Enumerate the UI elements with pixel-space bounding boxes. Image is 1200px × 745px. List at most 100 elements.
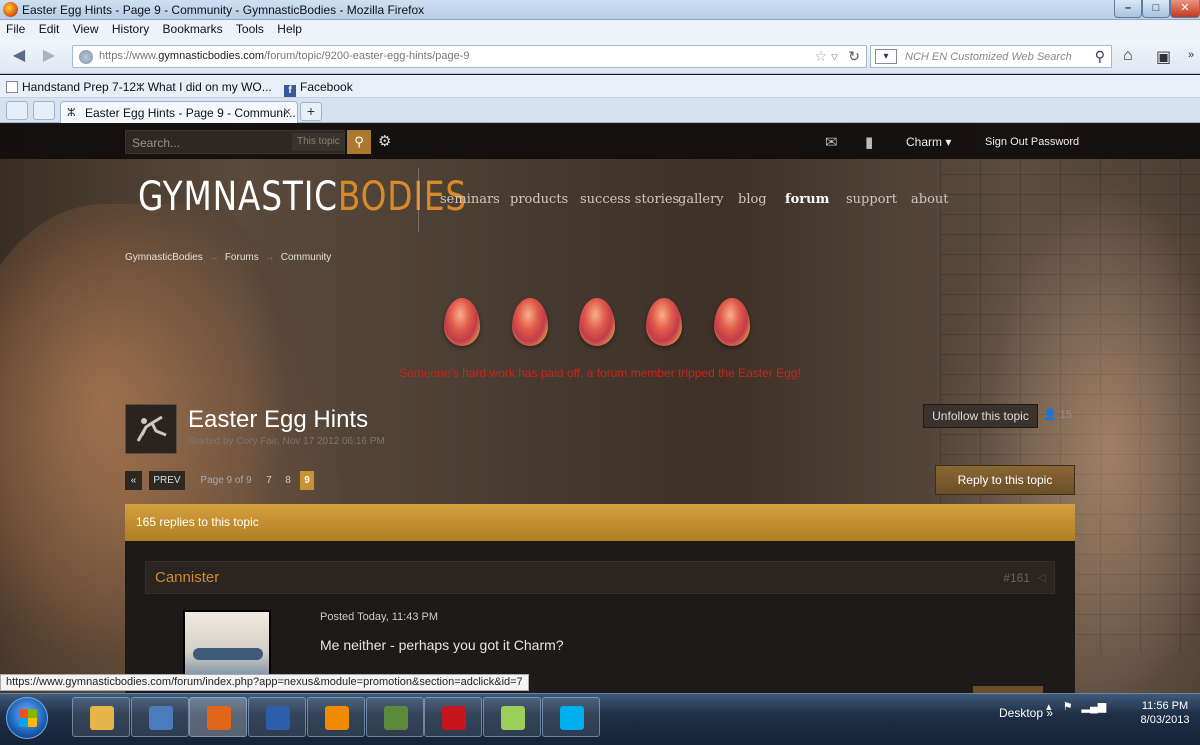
prev-page-button[interactable]: PREV <box>149 471 185 490</box>
post-author-link[interactable]: Cannister <box>155 569 219 586</box>
topic-meta: Started by Cory Fair, Nov 17 2012 06:16 … <box>188 436 385 447</box>
windows-logo-icon <box>19 709 37 727</box>
clock-date: 8/03/2013 <box>1140 714 1190 726</box>
easter-egg-icon <box>444 298 480 346</box>
breadcrumb-community[interactable]: Community <box>281 252 332 263</box>
page-current-9: 9 <box>300 471 314 490</box>
status-bar-url: https://www.gymnasticbodies.com/forum/in… <box>0 674 529 691</box>
nav-success-stories[interactable]: success stories <box>580 192 679 207</box>
tab-bar: ⵣ Easter Egg Hints - Page 9 - Communi...… <box>0 98 1200 123</box>
topic-author-avatar[interactable] <box>125 404 177 454</box>
taskbar-acrobat-button[interactable] <box>424 697 482 737</box>
menu-edit[interactable]: Edit <box>39 20 60 39</box>
web-page: Search... This topic ⚲ ⚙ ✉ ▮ Charm ▾ Sig… <box>0 124 1200 693</box>
taskbar-explorer-button[interactable] <box>72 697 130 737</box>
menu-view[interactable]: View <box>73 20 99 39</box>
addon-icon[interactable]: ▣ <box>1156 47 1171 67</box>
bookmark-workout[interactable]: ⵣ What I did on my WO... <box>136 80 272 94</box>
search-icon[interactable]: ⚲ <box>1095 48 1105 65</box>
post-header: Cannister #161 ◁ <box>145 561 1055 594</box>
taskbar-calculator-button[interactable] <box>366 697 424 737</box>
reload-icon[interactable]: ↻ <box>848 48 860 65</box>
network-signal-icon[interactable]: ▂▄▆ <box>1082 701 1107 713</box>
site-search-button[interactable]: ⚲ <box>347 130 371 154</box>
nav-seminars[interactable]: seminars <box>440 192 500 207</box>
menu-file[interactable]: File <box>6 20 25 39</box>
list-all-tabs-icon[interactable] <box>33 101 55 120</box>
bookmark-star-icon[interactable]: ☆ ▿ <box>815 48 838 65</box>
nav-blog[interactable]: blog <box>738 192 767 207</box>
logo-divider <box>418 168 419 232</box>
start-button[interactable] <box>6 697 48 739</box>
tab-close-icon[interactable]: × <box>283 104 291 119</box>
replies-count-bar: 165 replies to this topic <box>125 504 1075 541</box>
breadcrumb-home[interactable]: GymnasticBodies <box>125 252 203 263</box>
search-engine-icon[interactable]: ▾ <box>875 49 897 64</box>
action-center-icon[interactable]: ⚑ <box>1063 701 1073 713</box>
share-icon[interactable]: ◁ <box>1038 571 1046 584</box>
taskbar-sticky-notes-button[interactable] <box>483 697 541 737</box>
clock-time: 11:56 PM <box>1141 700 1189 712</box>
messages-icon[interactable]: ✉ <box>825 133 838 151</box>
panorama-icon[interactable] <box>6 101 28 120</box>
post-author-avatar[interactable] <box>183 610 271 680</box>
unfollow-topic-button[interactable]: Unfollow this topic <box>923 404 1038 428</box>
back-arrow-icon[interactable]: ◀ <box>6 45 32 69</box>
forward-arrow-icon[interactable]: ▶ <box>36 45 62 69</box>
nav-gallery[interactable]: gallery <box>678 192 724 207</box>
search-scope-toggle[interactable]: This topic <box>292 133 345 151</box>
followers-count[interactable]: 👤 15 <box>1043 408 1072 421</box>
arrow-right-icon: → <box>264 252 275 263</box>
calculator-icon <box>384 706 408 730</box>
reply-topic-button[interactable]: Reply to this topic <box>935 465 1075 495</box>
post-number-link[interactable]: #161 <box>1003 571 1030 585</box>
bookmark-handstand[interactable]: Handstand Prep 7-12 <box>6 80 136 94</box>
post-date: Posted Today, 11:43 PM <box>320 611 439 623</box>
desktop-toolbar[interactable]: Desktop » <box>999 706 1053 720</box>
gear-icon[interactable]: ⚙ <box>378 132 391 150</box>
new-tab-button[interactable]: + <box>300 102 322 121</box>
nav-products[interactable]: products <box>510 192 568 207</box>
breadcrumb-forums[interactable]: Forums <box>225 252 259 263</box>
maximize-button[interactable]: □ <box>1142 0 1170 18</box>
firefox-icon <box>3 2 18 17</box>
web-search-box[interactable]: ▾ NCH EN Customized Web Search ⚲ <box>870 45 1112 68</box>
tab-active[interactable]: ⵣ Easter Egg Hints - Page 9 - Communi...… <box>60 101 298 123</box>
home-icon[interactable]: ⌂ <box>1123 47 1133 65</box>
topic-title: Easter Egg Hints <box>188 406 369 433</box>
nav-about[interactable]: about <box>911 192 949 207</box>
url-text[interactable]: https://www.gymnasticbodies.com/forum/to… <box>99 50 470 62</box>
user-menu[interactable]: Charm ▾ <box>906 135 951 149</box>
taskbar-skype-button[interactable] <box>542 697 600 737</box>
post-action-button[interactable] <box>973 686 1043 693</box>
menu-help[interactable]: Help <box>277 20 302 39</box>
nav-forum[interactable]: forum <box>785 192 829 207</box>
sign-out-link[interactable]: Sign Out Password <box>985 136 1079 148</box>
gb-favicon-icon: ⵣ <box>67 107 76 119</box>
post-container: Cannister #161 ◁ Posted Today, 11:43 PM … <box>125 541 1075 693</box>
minimize-button[interactable]: – <box>1114 0 1142 18</box>
menu-history[interactable]: History <box>112 20 149 39</box>
page-link-7[interactable]: 7 <box>263 471 275 490</box>
first-page-button[interactable]: « <box>125 471 142 490</box>
outlook-icon <box>149 706 173 730</box>
nav-support[interactable]: support <box>846 192 897 207</box>
notifications-icon[interactable]: ▮ <box>865 133 873 151</box>
menu-bookmarks[interactable]: Bookmarks <box>163 20 223 39</box>
tray-expand-icon[interactable]: ▴ <box>1046 701 1052 713</box>
clock[interactable]: 11:56 PM 8/03/2013 <box>1132 699 1198 727</box>
url-bar[interactable]: https://www.gymnasticbodies.com/forum/to… <box>72 45 867 68</box>
menu-tools[interactable]: Tools <box>236 20 264 39</box>
taskbar-firefox-button[interactable] <box>189 697 247 737</box>
easter-egg-message: Someone's hard work has paid off, a foru… <box>399 366 801 380</box>
site-identity-icon[interactable] <box>79 50 93 64</box>
overflow-icon[interactable]: » <box>1188 49 1194 61</box>
close-button[interactable]: ✕ <box>1170 0 1200 18</box>
bookmark-facebook[interactable]: f Facebook <box>284 80 353 97</box>
taskbar-outlook-button[interactable] <box>131 697 189 737</box>
site-search-placeholder: Search... <box>132 136 181 150</box>
menu-bar: File Edit View History Bookmarks Tools H… <box>0 20 1200 39</box>
page-link-8[interactable]: 8 <box>282 471 294 490</box>
taskbar-vlc-button[interactable] <box>307 697 365 737</box>
taskbar-word-button[interactable] <box>248 697 306 737</box>
